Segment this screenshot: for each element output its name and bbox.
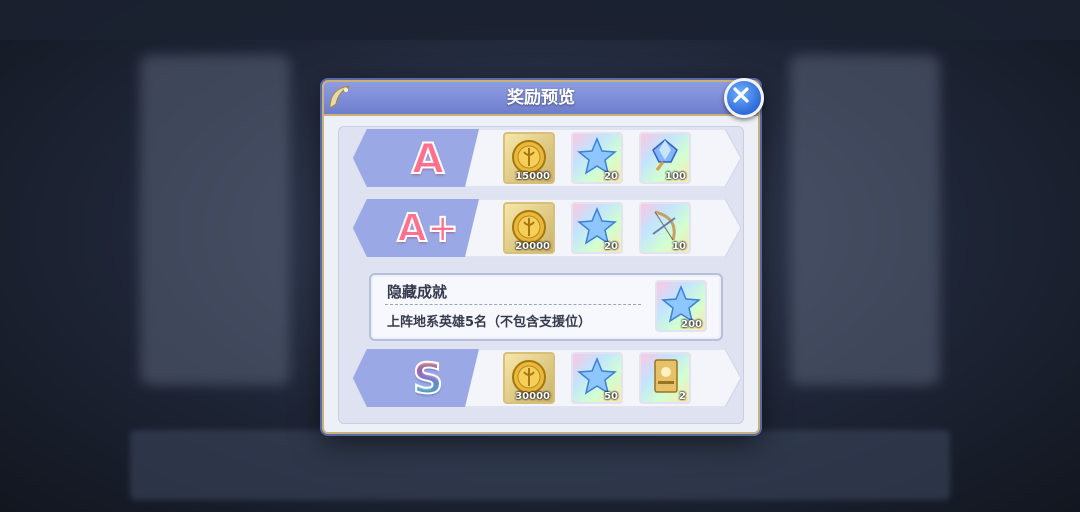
hidden-achievement-card: 隐藏成就 上阵地系英雄5名（不包含支援位） 200	[369, 273, 723, 341]
gold-coin-icon	[512, 210, 546, 244]
blue-star-icon	[577, 207, 617, 245]
grade-label: S	[383, 353, 473, 404]
blue-star-icon	[661, 285, 701, 323]
tier-row-a: A 15000 20 100	[353, 129, 741, 187]
reward-count: 30000	[515, 391, 550, 402]
reward-count: 200	[681, 319, 702, 330]
tier-row-a-plus: A+ 20000 20 10	[353, 199, 741, 257]
divider	[385, 304, 641, 305]
gold-card-icon	[654, 359, 678, 393]
reward-count: 20	[604, 241, 618, 252]
reward-count: 15000	[515, 171, 550, 182]
reward-item[interactable]: 10	[639, 202, 691, 254]
gold-coin-icon	[512, 140, 546, 174]
blue-star-icon	[577, 357, 617, 395]
reward-count: 2	[679, 391, 686, 402]
tier-row-s: S 30000 50 2	[353, 349, 741, 407]
dialog-title: 奖励预览	[507, 88, 575, 108]
close-x-icon	[733, 87, 749, 103]
reward-item[interactable]: 20	[571, 132, 623, 184]
grade-label: A+	[396, 205, 459, 251]
reward-item[interactable]: 2	[639, 352, 691, 404]
reward-count: 50	[604, 391, 618, 402]
background-card-left	[140, 55, 290, 385]
reward-item[interactable]: 20	[571, 202, 623, 254]
reward-count: 10	[672, 241, 686, 252]
reward-item[interactable]: 20000	[503, 202, 555, 254]
background-top-bar	[0, 0, 1080, 40]
reward-count: 20000	[515, 241, 550, 252]
reward-list: A 15000 20 100 A+ 20000 20 10 隐藏成就 上阵地系英…	[338, 126, 744, 424]
blue-star-icon	[577, 137, 617, 175]
dialog-header: 奖励预览	[324, 82, 758, 116]
reward-item[interactable]: 100	[639, 132, 691, 184]
background-bottom-bar	[130, 430, 950, 500]
grade-label: A	[411, 133, 446, 184]
reward-item[interactable]: 50	[571, 352, 623, 404]
close-button[interactable]	[724, 78, 764, 118]
reward-preview-dialog: 奖励预览 A 15000 20 100 A+ 20000 20 10 隐藏成就 …	[322, 78, 764, 434]
crystal-gem-icon	[652, 139, 678, 171]
reward-item[interactable]: 200	[655, 280, 707, 332]
hidden-achievement-description: 上阵地系英雄5名（不包含支援位）	[387, 315, 592, 330]
bow-weapon-icon	[652, 210, 676, 241]
background-card-right	[790, 55, 940, 385]
reward-count: 100	[665, 171, 686, 182]
reward-item[interactable]: 30000	[503, 352, 555, 404]
hidden-achievement-title: 隐藏成就	[387, 283, 448, 301]
reward-count: 20	[604, 171, 618, 182]
reward-item[interactable]: 15000	[503, 132, 555, 184]
gold-coin-icon	[512, 360, 546, 394]
